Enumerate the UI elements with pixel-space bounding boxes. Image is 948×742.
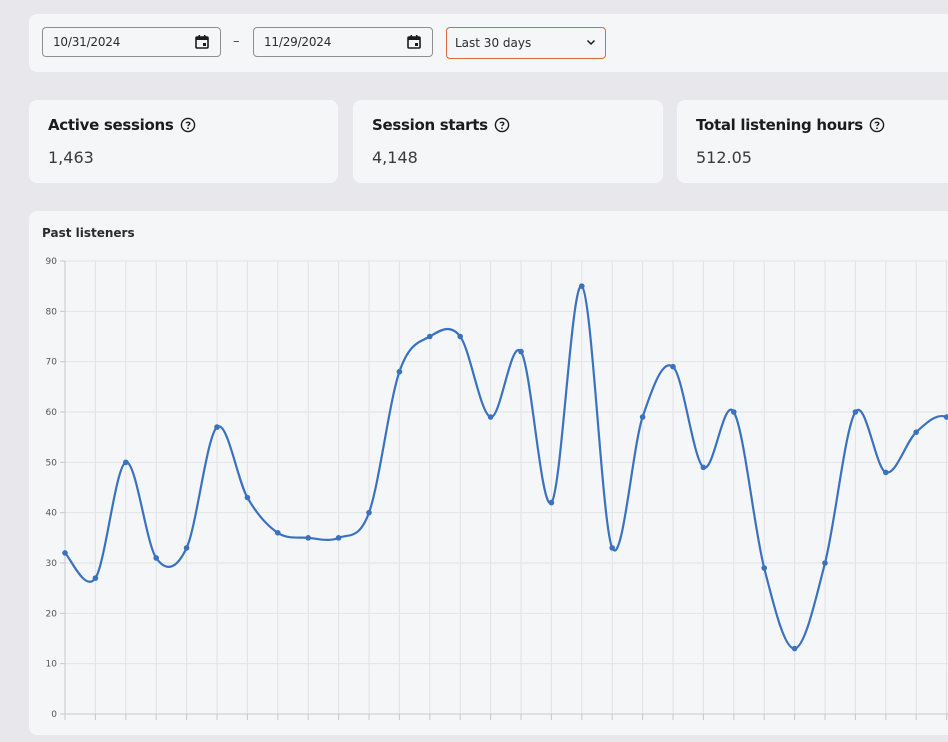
data-point [457,333,464,340]
y-tick-label: 10 [46,660,58,670]
date-range-select-value: Last 30 days [455,36,532,50]
data-point [852,409,859,415]
stat-card-session-starts: Session starts 4,148 [353,100,663,183]
stat-value: 512.05 [696,148,752,167]
stat-title: Active sessions [48,116,174,134]
data-point [396,368,403,375]
data-point [791,645,798,652]
past-listeners-chart[interactable]: 0 10 20 30 40 50 60 70 80 90 [29,211,948,735]
data-point [883,469,889,476]
end-date-input[interactable]: 11/29/2024 [253,27,433,57]
stat-title-wrap: Total listening hours [696,116,885,134]
y-tick-label: 90 [46,257,58,267]
data-point [153,555,159,561]
y-tick-label: 80 [46,307,58,317]
end-date-value: 11/29/2024 [264,35,332,49]
data-point [305,535,312,541]
stat-title-wrap: Active sessions [48,116,196,134]
data-point [123,459,129,466]
y-tick-label: 70 [46,358,58,368]
data-point [700,464,707,471]
date-filter-bar: 10/31/2024 – 11/29/2024 Last 30 days [29,14,948,72]
stat-title-wrap: Session starts [372,116,510,134]
stat-title: Session starts [372,116,488,134]
data-point [761,565,767,571]
calendar-icon[interactable] [406,34,422,50]
stat-card-active-sessions: Active sessions 1,463 [29,100,338,183]
y-tick-label: 50 [46,458,58,468]
date-range-select[interactable]: Last 30 days [446,27,606,59]
stat-card-total-listening-hours: Total listening hours 512.05 [677,100,948,183]
data-point [609,545,615,551]
calendar-icon[interactable] [194,34,210,50]
data-point [822,560,828,566]
data-point [579,283,585,289]
data-point [913,429,919,435]
start-date-value: 10/31/2024 [53,35,121,49]
data-point [183,545,190,551]
data-point [518,348,524,355]
y-tick-label: 20 [46,609,58,619]
date-range-separator: – [233,34,240,49]
y-tick-label: 30 [46,559,58,569]
data-point [427,333,433,340]
help-icon[interactable] [180,117,196,133]
data-point [366,509,372,516]
data-point [244,494,251,501]
data-point [670,363,676,370]
stat-value: 4,148 [372,148,418,167]
help-icon[interactable] [494,117,510,133]
y-tick-label: 0 [51,710,57,720]
start-date-input[interactable]: 10/31/2024 [42,27,221,57]
chevron-down-icon [585,36,597,51]
stat-value: 1,463 [48,148,94,167]
data-point [943,414,948,420]
series-line [64,285,948,650]
data-point [487,414,494,420]
help-icon[interactable] [869,117,885,133]
y-tick-label: 40 [46,509,58,519]
data-point [214,424,220,430]
data-point [548,499,555,506]
stat-title: Total listening hours [696,116,863,134]
data-point [731,409,737,415]
data-point [62,550,68,556]
y-tick-label: 60 [46,408,58,418]
data-point [92,575,99,581]
data-point [639,414,646,420]
data-point [335,535,342,541]
data-point [275,530,281,536]
past-listeners-chart-card: Past listeners 0 10 20 30 40 50 60 70 80 90 [29,211,948,735]
